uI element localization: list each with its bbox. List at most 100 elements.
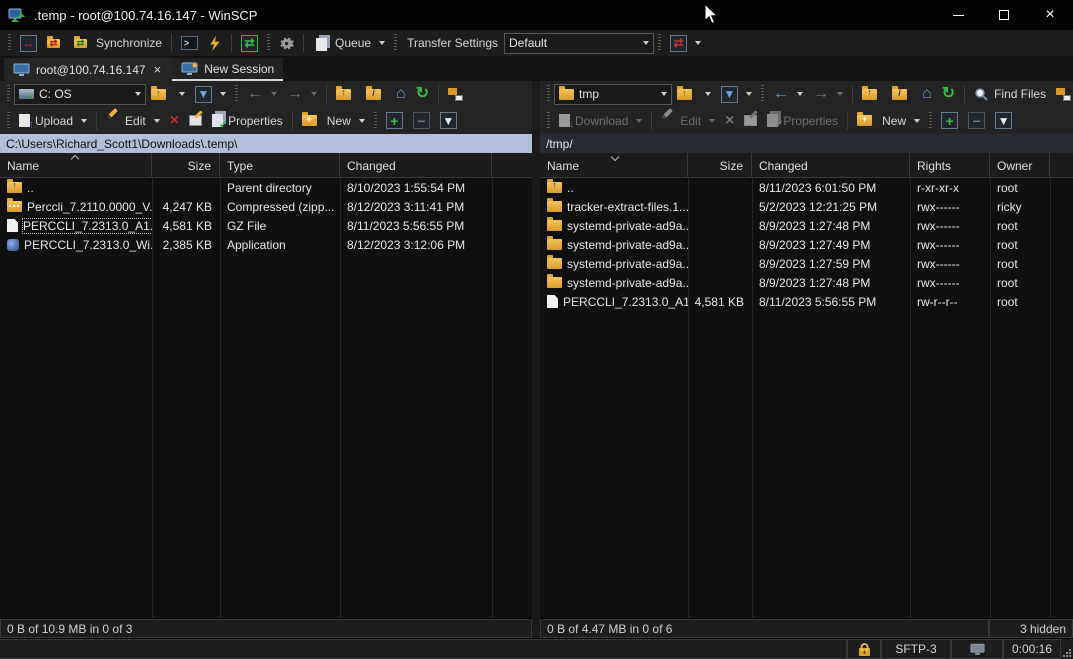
remote-back-button[interactable]: ← bbox=[768, 82, 808, 106]
remote-refresh-button[interactable]: ↻ bbox=[937, 82, 960, 106]
remote-edit-button[interactable]: Edit bbox=[656, 109, 720, 133]
remote-delete-button[interactable]: × bbox=[720, 109, 739, 133]
column-header-name[interactable]: Name bbox=[0, 153, 152, 177]
remote-file-list[interactable]: Name Size Changed Rights Owner ↑.. 8/11/… bbox=[540, 153, 1073, 618]
session-duration[interactable]: 0:00:16 bbox=[1003, 639, 1061, 659]
column-divider[interactable] bbox=[1050, 153, 1051, 618]
column-header-type[interactable]: Type bbox=[220, 153, 340, 177]
file-row[interactable]: PERCCLI_7.2313.0_Wi... 2,385 KB Applicat… bbox=[0, 235, 532, 254]
file-row[interactable]: systemd-private-ad9a... 8/9/2023 1:27:48… bbox=[540, 216, 1073, 235]
column-divider[interactable] bbox=[152, 153, 153, 618]
file-row-parent[interactable]: ↑.. 8/11/2023 6:01:50 PM r-xr-xr-x root bbox=[540, 178, 1073, 197]
local-tree-toggle-button[interactable] bbox=[443, 82, 468, 106]
file-row[interactable]: PERCCLI_7.2313.0_A1... 4,581 KB 8/11/202… bbox=[540, 292, 1073, 311]
download-button[interactable]: ↓ Download bbox=[554, 109, 647, 133]
toolbar-grip[interactable] bbox=[547, 112, 550, 130]
protocol-status[interactable]: SFTP-3 bbox=[881, 639, 951, 659]
transfer-settings-select[interactable]: Default bbox=[504, 33, 654, 54]
column-header-owner[interactable]: Owner bbox=[990, 153, 1050, 177]
local-selection-filter-button[interactable]: ▼ bbox=[435, 109, 462, 133]
remote-transfer-button[interactable]: ⇄ bbox=[236, 31, 263, 55]
local-path-bar[interactable]: C:\Users\Richard_Scott1\Downloads\.temp\ bbox=[0, 134, 532, 153]
upload-button[interactable]: ↑ Upload bbox=[14, 109, 92, 133]
column-header-size[interactable]: Size bbox=[688, 153, 752, 177]
column-header-size[interactable]: Size bbox=[152, 153, 220, 177]
local-root-directory-button[interactable]: / bbox=[361, 82, 391, 106]
column-divider[interactable] bbox=[340, 153, 341, 618]
local-properties-button[interactable]: ✓ Properties bbox=[207, 109, 288, 133]
toolbar-grip[interactable] bbox=[929, 112, 932, 130]
toolbar-grip[interactable] bbox=[267, 34, 270, 52]
column-divider[interactable] bbox=[688, 153, 689, 618]
minimize-button[interactable] bbox=[935, 0, 981, 30]
file-row[interactable]: systemd-private-ad9a... 8/9/2023 1:27:49… bbox=[540, 235, 1073, 254]
local-drive-select[interactable]: C: OS bbox=[14, 84, 146, 105]
local-file-list[interactable]: Name Size Type Changed ↑.. Parent direct… bbox=[0, 153, 532, 618]
toolbar-grip[interactable] bbox=[658, 34, 661, 52]
toolbar-grip[interactable] bbox=[761, 85, 764, 103]
column-divider[interactable] bbox=[990, 153, 991, 618]
column-divider[interactable] bbox=[492, 153, 493, 618]
synchronize-browsing-button[interactable]: ⇄ bbox=[42, 31, 69, 55]
local-select-remove-button[interactable]: − bbox=[408, 109, 435, 133]
remote-directory-select[interactable]: tmp bbox=[554, 84, 672, 105]
column-divider[interactable] bbox=[910, 153, 911, 618]
remote-home-button[interactable]: ⌂ bbox=[917, 82, 937, 106]
local-select-add-button[interactable]: + bbox=[381, 109, 408, 133]
column-header-name[interactable]: Name bbox=[540, 153, 688, 177]
close-tab-icon[interactable]: × bbox=[152, 62, 164, 77]
panel-splitter[interactable] bbox=[532, 81, 540, 638]
file-row[interactable]: systemd-private-ad9a... 8/9/2023 1:27:59… bbox=[540, 254, 1073, 273]
local-back-button[interactable]: ← bbox=[242, 82, 282, 106]
remote-forward-button[interactable]: → bbox=[808, 82, 848, 106]
toolbar-grip[interactable] bbox=[547, 85, 550, 103]
file-row-focused[interactable]: PERCCLI_7.2313.0_A1... 4,581 KB GZ File … bbox=[0, 216, 532, 235]
column-header-rights[interactable]: Rights bbox=[910, 153, 990, 177]
find-files-button[interactable]: Find Files bbox=[969, 82, 1051, 106]
console-commands-button[interactable] bbox=[203, 31, 227, 55]
remote-path-bar[interactable]: /tmp/ bbox=[540, 134, 1073, 153]
local-filter-button[interactable]: ▼ bbox=[190, 82, 231, 106]
file-row[interactable]: Perccli_7.2110.0000_V... 4,247 KB Compre… bbox=[0, 197, 532, 216]
remote-filter-button[interactable]: ▼ bbox=[716, 82, 757, 106]
file-row[interactable]: systemd-private-ad9a... 8/9/2023 1:27:48… bbox=[540, 273, 1073, 292]
remote-properties-button[interactable]: ✓ Properties bbox=[762, 109, 843, 133]
remote-root-directory-button[interactable]: / bbox=[887, 82, 917, 106]
new-session-tab[interactable]: New Session bbox=[172, 58, 283, 81]
local-delete-button[interactable]: × bbox=[165, 109, 184, 133]
local-open-directory-button[interactable]: ↑ bbox=[146, 82, 190, 106]
hidden-files-count[interactable]: 3 hidden bbox=[989, 619, 1073, 638]
remote-select-add-button[interactable]: + bbox=[936, 109, 963, 133]
local-edit-button[interactable]: Edit bbox=[101, 109, 165, 133]
column-header-changed[interactable]: Changed bbox=[340, 153, 492, 177]
remote-parent-directory-button[interactable]: ↑ bbox=[857, 82, 887, 106]
close-button[interactable]: × bbox=[1027, 0, 1073, 30]
local-refresh-button[interactable]: ↻ bbox=[411, 82, 434, 106]
file-row-parent[interactable]: ↑.. Parent directory 8/10/2023 1:55:54 P… bbox=[0, 178, 532, 197]
file-row[interactable]: tracker-extract-files.1... 5/2/2023 12:2… bbox=[540, 197, 1073, 216]
toolbar-grip[interactable] bbox=[7, 112, 10, 130]
maximize-button[interactable] bbox=[981, 0, 1027, 30]
local-rename-button[interactable] bbox=[184, 109, 207, 133]
column-divider[interactable] bbox=[752, 153, 753, 618]
column-divider[interactable] bbox=[220, 153, 221, 618]
remote-rename-button[interactable] bbox=[739, 109, 762, 133]
remote-select-remove-button[interactable]: − bbox=[963, 109, 990, 133]
local-home-button[interactable]: ⌂ bbox=[391, 82, 411, 106]
remote-new-button[interactable]: + New bbox=[852, 109, 925, 133]
swap-panels-button[interactable]: ↔ bbox=[15, 31, 42, 55]
server-notes[interactable] bbox=[951, 639, 1003, 659]
open-terminal-button[interactable]: > bbox=[176, 31, 203, 55]
local-forward-button[interactable]: → bbox=[282, 82, 322, 106]
toolbar-grip[interactable] bbox=[394, 34, 397, 52]
local-parent-directory-button[interactable]: ↑ bbox=[331, 82, 361, 106]
session-tab[interactable]: root@100.74.16.147 × bbox=[4, 58, 172, 81]
transfer-preset-button[interactable]: ⇄ bbox=[665, 31, 706, 55]
column-header-changed[interactable]: Changed bbox=[752, 153, 910, 177]
toolbar-grip[interactable] bbox=[235, 85, 238, 103]
remote-selection-filter-button[interactable]: ▼ bbox=[990, 109, 1017, 133]
queue-button[interactable]: Queue bbox=[308, 31, 390, 55]
toolbar-grip[interactable] bbox=[374, 112, 377, 130]
encryption-status[interactable] bbox=[847, 639, 881, 659]
toolbar-grip[interactable] bbox=[8, 34, 11, 52]
